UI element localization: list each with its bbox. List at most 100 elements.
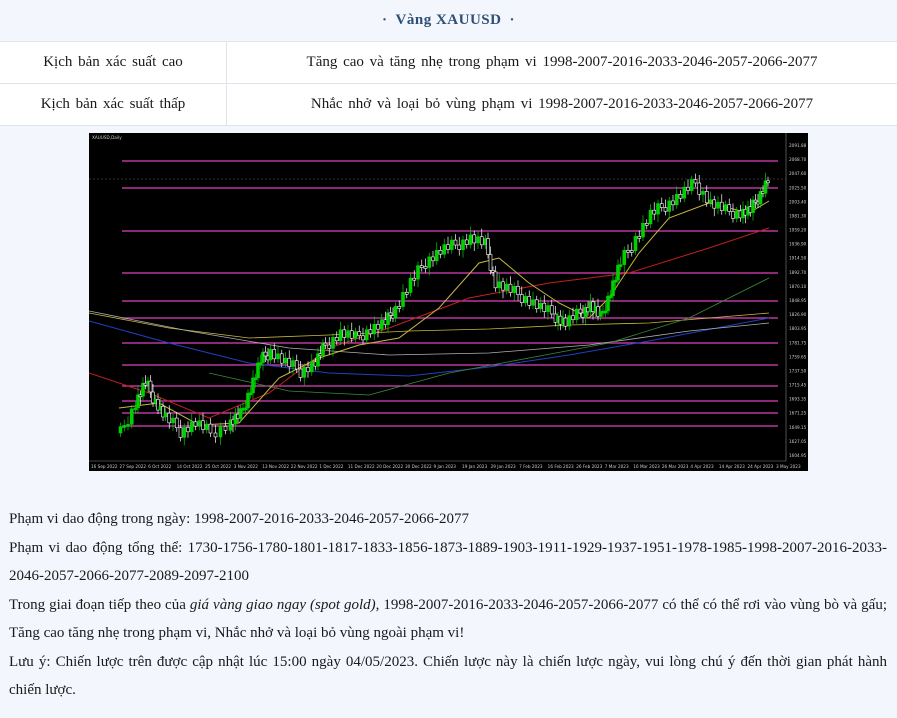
candle-body: [667, 200, 672, 212]
candle-body: [731, 211, 735, 219]
candle-body: [523, 296, 528, 303]
candle-body: [504, 283, 509, 291]
candle-body: [204, 423, 209, 430]
price-tick-label: 1892.70: [789, 270, 807, 275]
candle-body: [472, 234, 477, 244]
candle-body: [349, 330, 354, 339]
candle-body: [334, 337, 339, 342]
candle-body: [686, 186, 690, 191]
candle-body: [438, 250, 443, 255]
candle-body: [626, 250, 630, 253]
candle-body: [272, 349, 277, 360]
price-tick-label: 1870.10: [789, 284, 807, 289]
candle-body: [629, 250, 634, 253]
time-tick-label: 22 Nov 2022: [291, 464, 318, 469]
candle-body: [442, 244, 447, 255]
time-tick-label: 24 Apr 2023: [747, 464, 773, 469]
candle-body: [701, 191, 705, 195]
candle-body: [531, 299, 535, 306]
price-chart-image: 2091.88 2068.70 2047.60 2025.50 2003.40 1981.…: [89, 133, 808, 471]
candle-body: [302, 367, 307, 378]
price-tick-label: 1737.50: [789, 368, 807, 373]
candle-body: [291, 360, 295, 367]
candle-body: [118, 426, 123, 434]
price-tick-label: 1914.50: [789, 256, 807, 261]
candle-body: [393, 306, 398, 319]
candle-body: [766, 180, 770, 184]
candle-body: [178, 427, 183, 438]
price-tick-label: 1936.90: [789, 242, 807, 247]
candle-body: [723, 204, 728, 211]
candle-body: [279, 353, 284, 364]
scenario-value: Tăng cao và tăng nhẹ trong phạm vi 1998-…: [226, 41, 897, 84]
candle-body: [464, 239, 469, 245]
symbol-label: XAUUSD,Daily: [92, 135, 122, 140]
time-tick-label: 13 Nov 2022: [262, 464, 289, 469]
spot-gold-term: giá vàng giao ngay (spot gold): [189, 596, 376, 613]
candle-body: [446, 244, 450, 250]
candle-body: [659, 203, 664, 208]
candle-body: [512, 286, 517, 293]
time-tick-label: 11 Dec 2022: [348, 464, 375, 469]
candle-body: [193, 421, 198, 427]
title-dot-right: ·: [509, 12, 515, 28]
price-tick-label: 1759.65: [789, 354, 807, 359]
candle-body: [663, 207, 668, 212]
scenario-value: Nhắc nhở và loại bỏ vùng phạm vi 1998-20…: [310, 96, 814, 112]
price-tick-label: 1981.30: [789, 213, 807, 218]
title-text: Vàng XAUUSD: [395, 12, 502, 28]
scenario-label: Kịch bản xác suất cao: [0, 41, 227, 84]
candle-body: [213, 432, 218, 438]
time-tick-label: 16 Feb 2023: [548, 464, 574, 469]
candle-body: [674, 193, 679, 206]
time-tick-label: 14 Oct 2022: [177, 464, 203, 469]
candle-body: [712, 199, 717, 209]
candlestick-chart: 2091.88 2068.70 2047.60 2025.50 2003.40 1981.…: [89, 133, 808, 471]
price-tick-label: 2047.60: [789, 171, 807, 176]
candle-body: [622, 250, 627, 265]
candle-body: [397, 306, 402, 309]
candle-body: [457, 244, 462, 250]
candle-body: [527, 296, 532, 306]
candle-body: [678, 193, 683, 199]
candle-body: [182, 427, 187, 438]
candle-body: [357, 331, 362, 337]
time-tick-label: 6 Oct 2022: [148, 464, 172, 469]
candle-body: [218, 426, 223, 438]
candle-body: [468, 234, 473, 245]
candle-body: [186, 427, 190, 433]
candle-body: [563, 317, 568, 327]
candle-body: [719, 201, 724, 211]
time-tick-label: 14 Apr 2023: [719, 464, 745, 469]
candle-body: [479, 236, 484, 246]
time-tick-label: 3 May 2023: [776, 464, 801, 469]
candle-body: [641, 223, 645, 238]
candle-body: [338, 329, 343, 342]
daily-range-text: Phạm vi dao động trong ngày: 1998-2007-2…: [9, 511, 469, 527]
candle-body: [372, 324, 377, 335]
candle-body: [171, 417, 175, 424]
candle-body: [493, 271, 498, 289]
candle-body: [734, 210, 739, 219]
candle-body: [174, 417, 179, 429]
price-tick-label: 1715.45: [789, 383, 807, 388]
next-phase-text: Trong giai đoạn tiếp theo của giá vàng g…: [9, 596, 887, 642]
candle-body: [716, 201, 720, 209]
candle-body: [419, 265, 424, 268]
price-tick-label: 1627.05: [789, 439, 807, 444]
price-tick-label: 1848.95: [789, 298, 807, 303]
candle-body: [208, 423, 213, 434]
candle-body: [327, 344, 332, 349]
time-tick-label: 7 Mar 2023: [605, 464, 629, 469]
candle-body: [613, 279, 618, 283]
candle-body: [449, 239, 454, 250]
candle-body: [497, 281, 502, 289]
candle-body: [323, 342, 328, 346]
candle-body: [574, 308, 579, 320]
candle-body: [708, 199, 713, 204]
candle-body: [376, 324, 380, 330]
candle-body: [353, 331, 358, 339]
time-tick-label: 4 Apr 2023: [690, 464, 714, 469]
candle-body: [364, 329, 369, 341]
candle-body: [346, 330, 350, 338]
